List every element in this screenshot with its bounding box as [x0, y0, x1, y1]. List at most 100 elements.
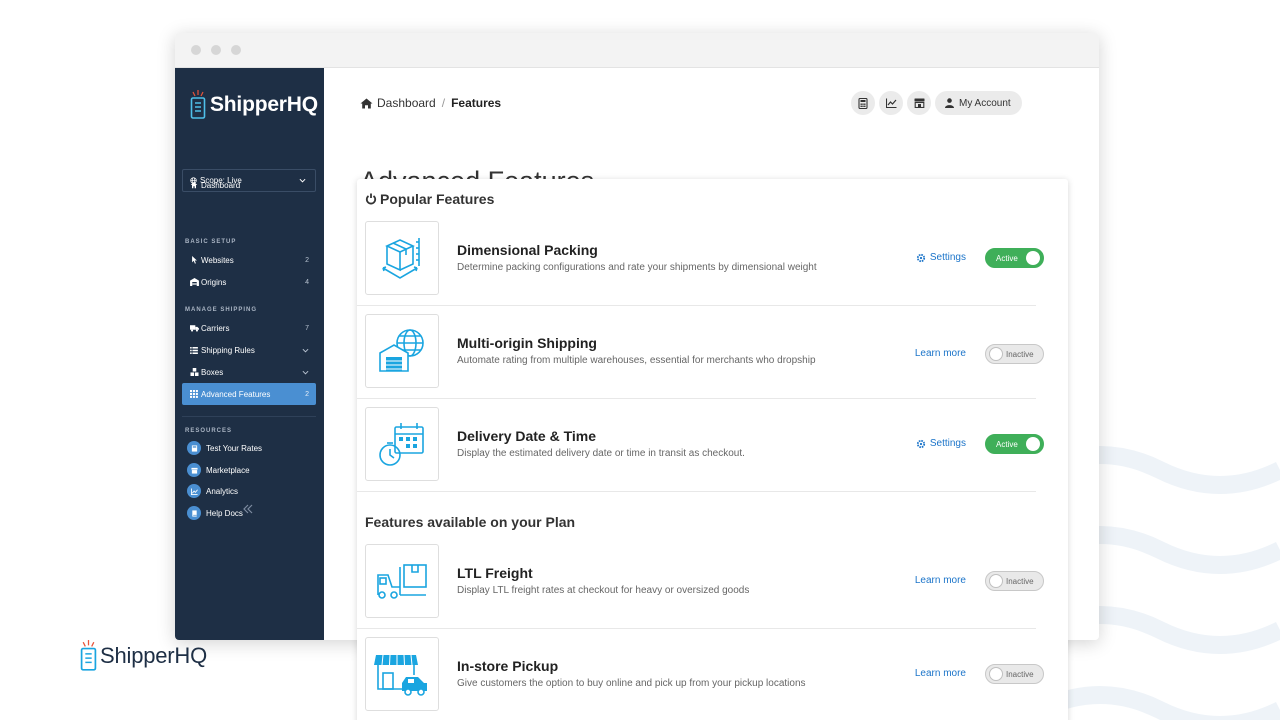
settings-link[interactable]: Settings — [916, 252, 966, 263]
toggle-knob — [989, 347, 1003, 361]
ltl-freight-icon — [365, 544, 439, 618]
window-close-dot[interactable] — [191, 45, 201, 55]
breadcrumb-dashboard-link[interactable]: Dashboard — [377, 96, 436, 110]
popular-features-title: Popular Features — [380, 191, 495, 207]
chevron-down-icon — [302, 346, 309, 355]
shipperhq-logo-icon — [80, 640, 97, 671]
power-icon — [365, 193, 377, 205]
sidebar-item-marketplace[interactable]: Marketplace — [187, 462, 250, 478]
learn-more-link[interactable]: Learn more — [915, 575, 966, 586]
learn-more-link[interactable]: Learn more — [915, 348, 966, 359]
chart-icon — [187, 484, 201, 498]
feature-row-in-store-pickup: In-store Pickup Give customers the optio… — [357, 629, 1044, 720]
my-account-label: My Account — [959, 97, 1011, 109]
feature-description: Give customers the option to buy online … — [457, 678, 806, 689]
in-store-pickup-icon — [365, 637, 439, 711]
chevron-down-icon — [302, 368, 309, 377]
marketplace-button[interactable] — [907, 91, 931, 115]
warehouse-icon — [188, 278, 200, 286]
toggle-knob — [989, 574, 1003, 588]
boxes-icon — [188, 368, 200, 376]
analytics-button[interactable] — [879, 91, 903, 115]
feature-toggle[interactable]: Inactive — [985, 664, 1044, 684]
sidebar-item-label: Marketplace — [206, 465, 250, 475]
sidebar-item-label: Boxes — [201, 367, 224, 377]
learn-more-label: Learn more — [914, 575, 966, 586]
sidebar-logo[interactable]: ShipperHQ — [190, 90, 318, 120]
brand-logo-text: ShipperHQ — [100, 643, 208, 668]
brand-logo: ShipperHQ — [80, 640, 207, 672]
home-icon[interactable] — [360, 98, 373, 109]
feature-title: In-store Pickup — [457, 658, 559, 674]
settings-link-label: Settings — [929, 252, 966, 263]
my-account-button[interactable]: My Account — [935, 91, 1022, 115]
toggle-knob — [1026, 437, 1040, 451]
delivery-date-time-icon — [365, 407, 439, 481]
plan-features-heading: Features available on your Plan — [365, 514, 576, 530]
sidebar-item-count: 2 — [305, 256, 309, 264]
sidebar-item-count: 4 — [305, 278, 309, 286]
sidebar-item-analytics[interactable]: Analytics — [187, 483, 238, 499]
sidebar-item-label: Analytics — [206, 486, 239, 496]
feature-title: LTL Freight — [457, 565, 533, 581]
feature-row-multi-origin-shipping: Multi-origin Shipping Automate rating fr… — [357, 306, 1044, 399]
toggle-label: Inactive — [1006, 349, 1034, 359]
toggle-label: Active — [996, 253, 1018, 263]
sidebar-item-label: Carriers — [201, 323, 230, 333]
feature-title: Dimensional Packing — [457, 242, 598, 258]
shipperhq-logo-icon — [190, 90, 206, 119]
multi-origin-shipping-icon — [365, 314, 439, 388]
sidebar-item-label: Advanced Features — [201, 389, 271, 399]
row-divider — [357, 491, 1036, 492]
sidebar-item-carriers[interactable]: Carriers 7 — [182, 317, 316, 339]
breadcrumb: Dashboard / Features — [360, 96, 501, 110]
settings-link[interactable]: Settings — [916, 438, 966, 449]
sidebar-item-websites[interactable]: Websites 2 — [182, 249, 316, 271]
feature-description: Automate rating from multiple warehouses… — [457, 355, 816, 366]
sidebar-item-origins[interactable]: Origins 4 — [182, 271, 316, 293]
popular-features-heading: Popular Features — [365, 191, 494, 207]
sidebar-item-count: 7 — [305, 324, 309, 332]
sidebar-item-test-your-rates[interactable]: Test Your Rates — [187, 440, 262, 456]
learn-more-label: Learn more — [914, 668, 966, 679]
book-icon — [187, 506, 201, 520]
sidebar-item-label: Test Your Rates — [206, 443, 263, 453]
feature-toggle[interactable]: Active — [985, 248, 1044, 268]
calculator-icon — [187, 441, 201, 455]
cursor-icon — [188, 256, 200, 264]
section-label-basic-setup: BASIC SETUP — [185, 239, 237, 245]
calculator-button[interactable] — [851, 91, 875, 115]
feature-toggle[interactable]: Active — [985, 434, 1044, 454]
sidebar-item-advanced-features[interactable]: Advanced Features 2 — [182, 383, 316, 405]
sidebar-item-label: Shipping Rules — [201, 345, 255, 355]
calculator-icon — [858, 97, 868, 109]
features-card: Popular Features Dimensional Packing Det… — [357, 179, 1068, 720]
breadcrumb-separator: / — [441, 96, 446, 110]
sidebar-item-shipping-rules[interactable]: Shipping Rules — [182, 339, 316, 361]
line-chart-icon — [885, 98, 896, 108]
sidebar-item-label: Help Docs — [206, 508, 243, 518]
toggle-label: Inactive — [1006, 576, 1034, 586]
feature-title: Delivery Date & Time — [457, 428, 597, 444]
feature-title: Multi-origin Shipping — [457, 335, 597, 351]
feature-toggle[interactable]: Inactive — [985, 571, 1044, 591]
breadcrumb-current: Features — [451, 96, 502, 110]
window-minimize-dot[interactable] — [211, 45, 221, 55]
window-maximize-dot[interactable] — [231, 45, 241, 55]
gear-icon — [916, 253, 925, 262]
feature-description: Display LTL freight rates at checkout fo… — [457, 585, 750, 596]
learn-more-link[interactable]: Learn more — [915, 668, 966, 679]
store-icon — [914, 98, 924, 108]
sidebar-divider — [182, 416, 316, 417]
sidebar-item-count: 2 — [305, 390, 309, 398]
toggle-knob — [1026, 251, 1040, 265]
sidebar-item-help-docs[interactable]: Help Docs — [187, 505, 243, 521]
sidebar-item-label: Origins — [201, 277, 227, 287]
window-titlebar — [175, 33, 1099, 68]
settings-link-label: Settings — [929, 438, 966, 449]
feature-toggle[interactable]: Inactive — [985, 344, 1044, 364]
collapse-sidebar-icon[interactable] — [242, 501, 254, 519]
section-label-resources: RESOURCES — [185, 428, 233, 434]
scope-select[interactable]: Scope: Live — [182, 169, 316, 192]
sidebar-item-boxes[interactable]: Boxes — [182, 361, 316, 383]
